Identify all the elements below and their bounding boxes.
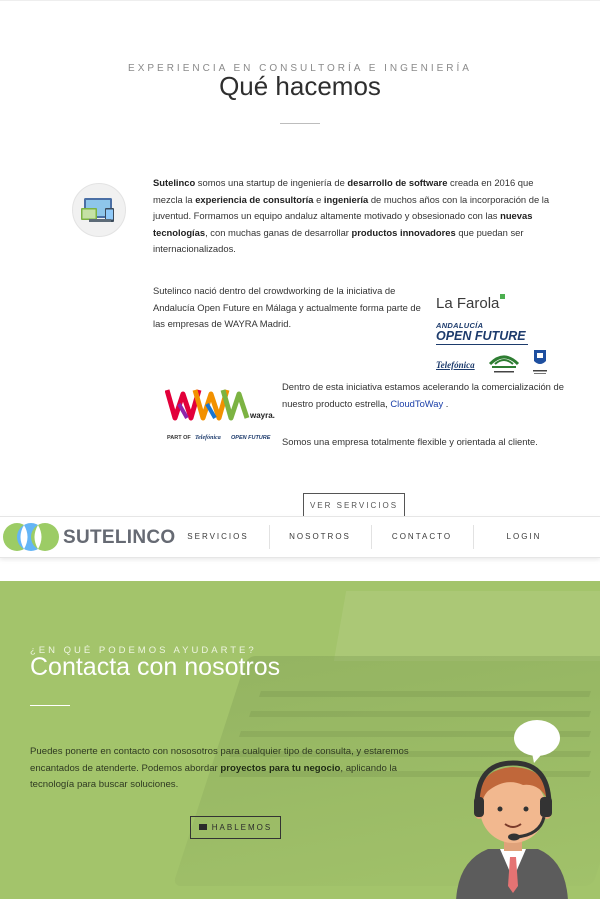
text-span: . (443, 397, 449, 409)
wayra-telefonica: Telefónica (195, 435, 221, 441)
keyboard-row (259, 691, 591, 697)
nav-item-nosotros[interactable]: NOSOTROS (274, 517, 366, 557)
text-span: somos una startup de ingeniería de (195, 177, 348, 188)
origin-paragraph: Sutelinco nació dentro del crowdworking … (153, 285, 421, 330)
emphasis: desarrollo de software (347, 177, 448, 188)
emphasis: productos innovadores (351, 226, 456, 238)
nav-item-servicios[interactable]: SERVICIOS (172, 517, 264, 557)
la-farola-logo: La Farola (436, 294, 506, 312)
contact-title: Contacta con nosotros (30, 653, 281, 681)
contact-divider (30, 705, 70, 706)
acceleration-paragraph: Dentro de esta iniciativa estamos aceler… (282, 379, 572, 412)
telefonica-logo: Telefónica (436, 360, 475, 370)
wayra-part-of: PART OF (167, 435, 191, 441)
emphasis: proyectos para tu negocio (220, 762, 341, 774)
sutelinco-logo-icon[interactable] (2, 522, 60, 552)
button-label: HABLEMOS (211, 823, 273, 832)
contact-paragraph: Puedes ponerte en contacto con nososotro… (30, 744, 430, 794)
logo-text: La Farola (436, 295, 500, 312)
intro-paragraph: Sutelinco somos una startup de ingenierí… (153, 175, 558, 258)
background-screen (333, 591, 600, 661)
logo-square-mark (500, 294, 506, 299)
brand-name[interactable]: SUTELINCO (63, 527, 175, 549)
devices-icon (72, 183, 126, 237)
junta-andalucia-logo (488, 355, 520, 373)
wayra-open-future: OPEN FUTURE (231, 435, 271, 441)
main-nav: SUTELINCO SERVICIOS NOSOTROS CONTACTO LO… (0, 516, 600, 558)
view-services-button[interactable]: VER SERVICIOS (303, 493, 405, 517)
flexible-paragraph: Somos una empresa totalmente flexible y … (282, 436, 538, 447)
wayra-word: wayra. (249, 411, 275, 420)
logo-underline (436, 344, 528, 345)
nav-separator (371, 525, 372, 549)
wayra-logo: wayra. PART OF Telefónica OPEN FUTURE (165, 389, 275, 441)
malaga-city-logo (533, 350, 547, 374)
emphasis: ingeniería (323, 193, 369, 205)
emphasis: experiencia de consultoría (195, 193, 314, 205)
page: EXPERIENCIA EN CONSULTORÍA E INGENIERÍA … (0, 0, 600, 899)
title-divider (280, 123, 320, 124)
text-span: e (313, 193, 324, 205)
section-title: Qué hacemos (219, 71, 381, 101)
company-name: Sutelinco (153, 177, 196, 188)
text-span: , con muchas ganas de desarrollar (205, 226, 352, 238)
what-we-do-section: EXPERIENCIA EN CONSULTORÍA E INGENIERÍA … (0, 0, 600, 518)
contact-section: ¿EN QUÉ PODEMOS AYUDARTE? Contacta con n… (0, 581, 600, 899)
nav-item-login[interactable]: LOGIN (478, 517, 570, 557)
envelope-icon (198, 824, 207, 830)
nav-separator (473, 525, 474, 549)
hablemos-button[interactable]: HABLEMOS (190, 816, 281, 839)
support-agent-illustration (456, 720, 568, 899)
nav-item-contacto[interactable]: CONTACTO (376, 517, 468, 557)
cloudtoway-link[interactable]: CloudToWay (390, 398, 443, 409)
nav-separator (269, 525, 270, 549)
andalucia-open-future-logo: OPEN FUTURE (436, 329, 526, 343)
